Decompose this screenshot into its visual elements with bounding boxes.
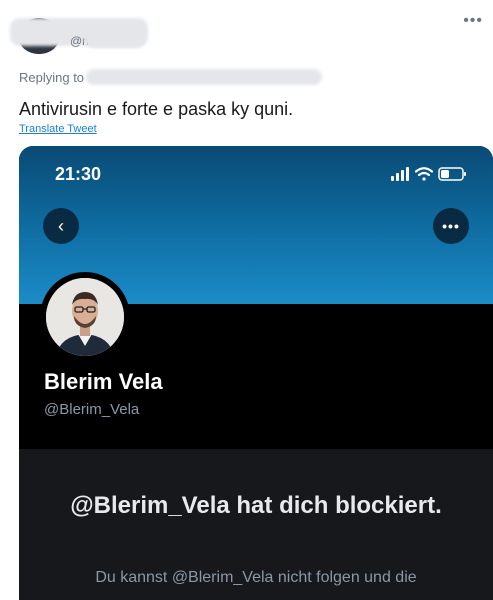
author-handle-redacted [84, 28, 146, 48]
translate-tweet-link[interactable]: Translate Tweet [19, 123, 97, 135]
status-time: 21:30 [55, 164, 102, 184]
tweet-text: Antivirusin e forte e paska ky quni. [19, 99, 294, 119]
back-button[interactable]: ‹ [43, 208, 79, 244]
profile-handle: @Blerim_Vela [44, 401, 140, 418]
more-horizontal-icon[interactable]: ••• [463, 12, 483, 30]
replying-to-handle-redacted[interactable] [86, 69, 322, 85]
blocked-notice: @Blerim_Vela hat dich blockiert. Du kann… [19, 449, 493, 600]
attached-screenshot[interactable]: 21:30 ‹ ••• Blerim Vela @Blerim_Vela @Bl… [19, 146, 493, 600]
tweet: @n ••• Replying to Antivirusin e forte e… [0, 0, 493, 600]
blocked-body: Du kannst @Blerim_Vela nicht folgen und … [95, 569, 417, 586]
more-horizontal-icon: ••• [442, 218, 460, 234]
status-bar-icons [391, 167, 466, 181]
profile-name: Blerim Vela [44, 369, 163, 394]
profile-photo [46, 278, 124, 356]
wifi-icon [414, 167, 434, 181]
battery-icon [438, 167, 466, 181]
cellular-signal-icon [391, 167, 409, 181]
replying-to-label: Replying to [19, 70, 85, 85]
blocked-title: @Blerim_Vela hat dich blockiert. [70, 492, 442, 519]
profile-avatar[interactable] [40, 272, 130, 362]
more-options-button[interactable]: ••• [433, 208, 469, 244]
chevron-left-icon: ‹ [58, 215, 64, 236]
